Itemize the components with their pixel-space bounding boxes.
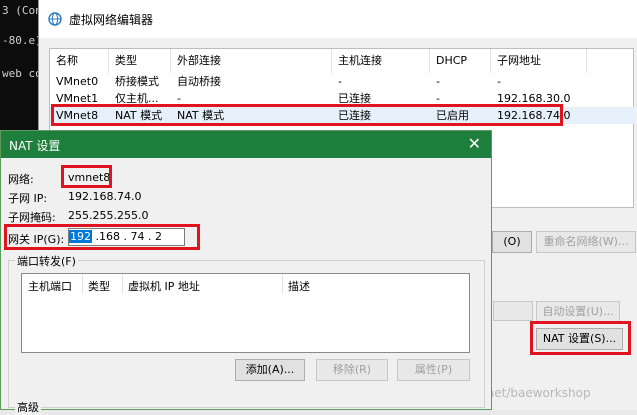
column-header[interactable]: 描述 (288, 278, 310, 294)
column-divider (82, 274, 83, 294)
add-button[interactable]: 添加(A)... (235, 359, 305, 381)
nat-settings-dialog: NAT 设置 ✕ 网络: vmnet8 子网 IP: 192.168.74.0 … (0, 130, 492, 415)
highlight-box (4, 224, 200, 250)
highlight-box (530, 321, 631, 355)
advanced-label: 高级 (15, 399, 41, 415)
highlight-box (61, 165, 112, 188)
cell: - (338, 75, 342, 88)
column-header[interactable]: 主机端口 (28, 278, 72, 294)
column-divider (122, 274, 123, 294)
subnet-ip-value: 192.168.74.0 (68, 190, 142, 203)
auto-settings-button[interactable]: 自动设置(U)... (536, 301, 620, 323)
remove-network-button[interactable]: (O) (492, 231, 532, 253)
cell: - (497, 75, 501, 88)
subnet-ip-label: 子网 IP: (8, 192, 48, 205)
column-header[interactable]: 名称 (50, 49, 109, 73)
console-line: -80.e) (2, 34, 42, 47)
subnet-mask-label: 子网掩码: (8, 211, 56, 224)
column-header[interactable]: DHCP (430, 49, 491, 73)
column-divider (282, 274, 283, 294)
title-bar: 虚拟网络编辑器 (39, 0, 637, 38)
cell: VMnet0 (56, 75, 99, 88)
dialog-title-bar: NAT 设置 ✕ (1, 131, 491, 158)
dialog-title: NAT 设置 (9, 139, 61, 153)
window-title: 虚拟网络编辑器 (69, 13, 154, 27)
column-header[interactable]: 类型 (88, 278, 110, 294)
remove-button[interactable]: 移除(R) (316, 359, 388, 381)
table-row[interactable]: VMnet0 桥接模式 自动桥接 - - - (50, 73, 635, 90)
column-header[interactable]: 类型 (109, 49, 171, 73)
mode-dropdown[interactable] (493, 301, 533, 321)
network-label: 网络: (8, 173, 34, 186)
port-forwarding-label: 端口转发(F) (15, 253, 78, 269)
properties-button[interactable]: 属性(P) (397, 359, 470, 381)
column-header[interactable]: 外部连接 (171, 49, 332, 73)
cell: - (436, 75, 440, 88)
cell: 桥接模式 (115, 75, 159, 88)
port-forwarding-list[interactable]: 主机端口 类型 虚拟机 IP 地址 描述 (21, 273, 470, 353)
highlight-box (51, 104, 563, 126)
subnet-mask-value: 255.255.255.0 (68, 209, 149, 222)
globe-icon (48, 12, 62, 26)
cell: 自动桥接 (177, 75, 221, 88)
close-icon[interactable]: ✕ (468, 134, 481, 153)
column-header[interactable]: 子网地址 (491, 49, 587, 73)
console-line: web co (2, 67, 42, 80)
rename-network-button[interactable]: 重命名网络(W)... (536, 231, 636, 253)
console-line: 3 (Con (2, 4, 42, 17)
column-header[interactable]: 主机连接 (332, 49, 430, 73)
column-header[interactable]: 虚拟机 IP 地址 (128, 278, 200, 294)
